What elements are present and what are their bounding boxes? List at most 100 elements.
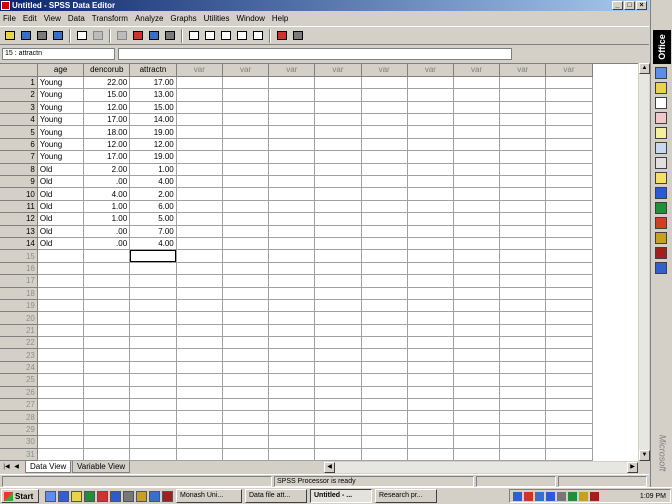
- app-icon[interactable]: [97, 490, 108, 502]
- data-cell[interactable]: [268, 262, 316, 276]
- data-cell[interactable]: [37, 448, 85, 461]
- data-cell[interactable]: 6.00: [129, 200, 177, 214]
- data-cell[interactable]: [176, 398, 223, 412]
- data-cell[interactable]: Old: [37, 237, 85, 251]
- data-cell[interactable]: [545, 225, 593, 238]
- row-number[interactable]: 26: [0, 386, 38, 400]
- data-cell[interactable]: 13.00: [129, 88, 177, 102]
- data-cell[interactable]: Young: [37, 138, 85, 152]
- data-cell[interactable]: [314, 423, 362, 437]
- row-number[interactable]: 17: [0, 274, 38, 288]
- data-cell[interactable]: [314, 336, 362, 350]
- data-cell[interactable]: [268, 88, 316, 102]
- row-number[interactable]: 1: [0, 76, 38, 90]
- data-cell[interactable]: Old: [37, 187, 85, 201]
- data-cell[interactable]: [361, 423, 408, 437]
- split-file-button[interactable]: [218, 29, 233, 43]
- save-button[interactable]: [18, 29, 33, 43]
- data-cell[interactable]: [407, 125, 454, 139]
- data-cell[interactable]: [83, 299, 131, 313]
- row-number[interactable]: 10: [0, 187, 38, 201]
- taskbar-button-research[interactable]: Research pr...: [375, 489, 437, 503]
- close-button[interactable]: ×: [636, 1, 647, 10]
- data-cell[interactable]: [314, 237, 362, 251]
- data-cell[interactable]: 7.00: [129, 225, 177, 238]
- cell-edit-input[interactable]: [118, 48, 512, 60]
- data-cell[interactable]: [545, 237, 593, 251]
- data-cell[interactable]: [83, 435, 131, 449]
- column-header[interactable]: var: [268, 64, 316, 77]
- browser-icon[interactable]: [58, 490, 69, 502]
- data-cell[interactable]: [268, 448, 316, 461]
- data-cell[interactable]: 4.00: [129, 175, 177, 189]
- data-cell[interactable]: [222, 361, 270, 375]
- data-cell[interactable]: [314, 287, 362, 300]
- data-cell[interactable]: [407, 101, 454, 115]
- insert-case-button[interactable]: [186, 29, 201, 43]
- data-cell[interactable]: [268, 138, 316, 152]
- data-cell[interactable]: [37, 287, 85, 300]
- data-cell[interactable]: [222, 299, 270, 313]
- data-cell[interactable]: [545, 138, 593, 152]
- data-cell[interactable]: [176, 225, 223, 238]
- data-cell[interactable]: [453, 225, 501, 238]
- data-cell[interactable]: [268, 410, 316, 424]
- data-cell[interactable]: [545, 88, 593, 102]
- data-cell[interactable]: Old: [37, 163, 85, 177]
- data-cell[interactable]: [268, 237, 316, 251]
- data-cell[interactable]: [545, 113, 593, 127]
- menu-edit[interactable]: Edit: [23, 14, 37, 23]
- data-cell[interactable]: [83, 410, 131, 424]
- data-cell[interactable]: [268, 299, 316, 313]
- data-cell[interactable]: [499, 175, 547, 189]
- data-cell[interactable]: 5.00: [129, 212, 177, 226]
- data-cell[interactable]: [453, 88, 501, 102]
- row-number[interactable]: 24: [0, 361, 38, 375]
- data-cell[interactable]: [176, 237, 223, 251]
- data-cell[interactable]: [268, 113, 316, 127]
- data-cell[interactable]: Young: [37, 88, 85, 102]
- data-cell[interactable]: [222, 237, 270, 251]
- data-cell[interactable]: [83, 386, 131, 400]
- minimize-button[interactable]: _: [612, 1, 623, 10]
- data-cell[interactable]: 17.00: [83, 150, 131, 164]
- data-cell[interactable]: [407, 138, 454, 152]
- row-number[interactable]: 23: [0, 348, 38, 362]
- data-cell[interactable]: [361, 200, 408, 214]
- data-cell[interactable]: 22.00: [83, 76, 131, 90]
- data-cell[interactable]: 2.00: [129, 187, 177, 201]
- data-cell[interactable]: [453, 448, 501, 461]
- data-cell[interactable]: [83, 287, 131, 300]
- data-cell[interactable]: [361, 324, 408, 338]
- data-cell[interactable]: [545, 324, 593, 338]
- row-number[interactable]: 7: [0, 150, 38, 164]
- data-cell[interactable]: [453, 386, 501, 400]
- taskbar-button-monash[interactable]: Monash Uni...: [176, 489, 242, 503]
- column-header[interactable]: var: [361, 64, 408, 77]
- tray-icon[interactable]: [579, 491, 588, 501]
- word-icon[interactable]: [655, 187, 667, 199]
- data-cell[interactable]: [268, 187, 316, 201]
- data-cell[interactable]: 1.00: [129, 163, 177, 177]
- data-cell[interactable]: [545, 101, 593, 115]
- data-cell[interactable]: [314, 76, 362, 90]
- data-cell[interactable]: [222, 225, 270, 238]
- data-cell[interactable]: [222, 150, 270, 164]
- data-cell[interactable]: [314, 398, 362, 412]
- data-cell[interactable]: [361, 262, 408, 276]
- horizontal-scrollbar[interactable]: ◀ ▶: [324, 462, 638, 473]
- data-cell[interactable]: [361, 435, 408, 449]
- data-cell[interactable]: [453, 175, 501, 189]
- data-cell[interactable]: [361, 88, 408, 102]
- desktop-icon[interactable]: [45, 490, 56, 502]
- data-cell[interactable]: [453, 299, 501, 313]
- data-cell[interactable]: [407, 76, 454, 90]
- app-icon[interactable]: [136, 490, 147, 502]
- data-cell[interactable]: [407, 262, 454, 276]
- data-cell[interactable]: [222, 410, 270, 424]
- data-cell[interactable]: 12.00: [83, 138, 131, 152]
- data-cell[interactable]: [268, 163, 316, 177]
- column-header[interactable]: var: [176, 64, 223, 77]
- data-cell[interactable]: [545, 287, 593, 300]
- data-cell[interactable]: [545, 423, 593, 437]
